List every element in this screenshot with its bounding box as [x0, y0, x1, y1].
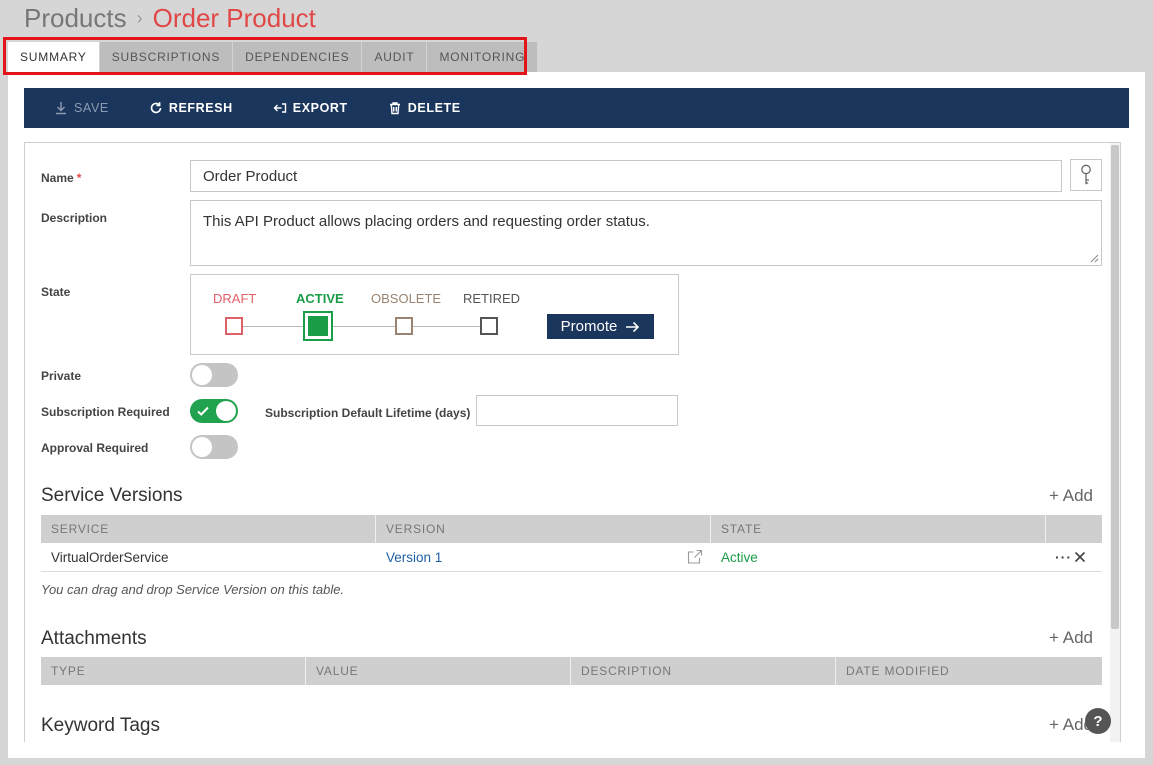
state-draft-label: DRAFT — [213, 291, 257, 306]
description-value: This API Product allows placing orders a… — [203, 213, 650, 230]
scrollbar-track[interactable] — [1110, 143, 1120, 742]
name-input[interactable]: Order Product — [190, 160, 1062, 192]
column-header-date-modified[interactable]: DATE MODIFIED — [836, 657, 1102, 685]
name-label-text: Name — [41, 171, 74, 185]
delete-button-label: DELETE — [407, 101, 461, 115]
state-obsolete-marker[interactable] — [395, 317, 413, 335]
refresh-button-label: REFRESH — [168, 101, 233, 115]
subscription-lifetime-input[interactable] — [476, 395, 678, 426]
tab-dependencies[interactable]: DEPENDENCIES — [233, 42, 363, 72]
private-label: Private — [41, 369, 82, 383]
state-workflow: DRAFT ACTIVE OBSOLETE RETIRED Promote — [190, 274, 679, 355]
promote-button-label: Promote — [560, 318, 618, 335]
state-active-marker[interactable] — [303, 311, 333, 341]
column-header-value[interactable]: VALUE — [306, 657, 571, 685]
save-button-label: SAVE — [74, 101, 109, 115]
more-options-icon[interactable]: ··· — [1055, 543, 1072, 571]
export-icon — [273, 103, 286, 113]
name-input-value: Order Product — [203, 167, 298, 185]
export-button[interactable]: EXPORT — [273, 101, 348, 115]
subscription-lifetime-label: Subscription Default Lifetime (days) — [265, 406, 471, 420]
row-service-name: VirtualOrderService — [51, 549, 169, 565]
add-service-version-button[interactable]: + Add — [1049, 486, 1093, 506]
state-draft-marker[interactable] — [225, 317, 243, 335]
toolbar: SAVE REFRESH EXPORT DELETE — [24, 88, 1129, 128]
download-icon — [56, 102, 66, 115]
state-active-label: ACTIVE — [296, 291, 344, 306]
drag-drop-hint: You can drag and drop Service Version on… — [41, 582, 345, 597]
attachments-title: Attachments — [41, 628, 147, 649]
save-button[interactable]: SAVE — [54, 101, 109, 115]
arrow-right-icon — [626, 321, 640, 332]
add-attachment-button[interactable]: + Add — [1049, 628, 1093, 648]
service-versions-header: SERVICE VERSION STATE — [41, 515, 1102, 543]
state-label: State — [41, 285, 71, 299]
key-icon — [1081, 164, 1091, 185]
promote-button[interactable]: Promote — [547, 314, 654, 339]
required-mark: * — [76, 171, 82, 185]
approval-required-label: Approval Required — [41, 441, 149, 455]
breadcrumb-separator: › — [136, 7, 143, 28]
service-versions-title: Service Versions — [41, 485, 183, 506]
state-connector — [413, 326, 480, 327]
main-panel: SAVE REFRESH EXPORT DELETE Name * Order P… — [8, 72, 1145, 758]
refresh-icon — [150, 102, 162, 114]
subscription-required-label: Subscription Required — [41, 405, 170, 419]
toggle-knob — [192, 365, 212, 385]
row-state-value: Active — [721, 549, 758, 565]
remove-row-button[interactable] — [1074, 543, 1086, 571]
tab-summary[interactable]: SUMMARY — [8, 42, 100, 72]
tab-monitoring[interactable]: MONITORING — [427, 42, 539, 72]
column-header-type[interactable]: TYPE — [41, 657, 306, 685]
resize-grip-icon[interactable] — [1090, 254, 1099, 263]
state-connector — [243, 326, 303, 327]
trash-icon — [389, 102, 400, 115]
name-label: Name * — [41, 171, 81, 185]
column-header-version[interactable]: VERSION — [376, 515, 711, 543]
check-icon — [197, 406, 209, 416]
column-header-actions — [1046, 515, 1102, 543]
open-external-button[interactable] — [687, 543, 703, 571]
external-link-icon — [687, 549, 703, 564]
breadcrumb: Products › Order Product — [24, 2, 316, 34]
toggle-knob — [192, 437, 212, 457]
tab-audit[interactable]: AUDIT — [362, 42, 428, 72]
description-label: Description — [41, 211, 108, 225]
help-button[interactable]: ? — [1085, 708, 1111, 734]
scrollbar-thumb[interactable] — [1111, 145, 1119, 629]
page-title: Order Product — [152, 2, 316, 33]
tab-bar: SUMMARY SUBSCRIPTIONS DEPENDENCIES AUDIT… — [8, 42, 539, 72]
column-header-service[interactable]: SERVICE — [41, 515, 376, 543]
tab-subscriptions[interactable]: SUBSCRIPTIONS — [99, 42, 234, 72]
approval-required-toggle[interactable] — [190, 435, 238, 459]
column-header-state[interactable]: STATE — [711, 515, 1046, 543]
attachments-header: TYPE VALUE DESCRIPTION DATE MODIFIED — [41, 657, 1102, 685]
key-button[interactable] — [1070, 159, 1102, 191]
state-retired-label: RETIRED — [463, 291, 521, 306]
summary-form: Name * Order Product Description This API… — [24, 142, 1121, 742]
row-version-link[interactable]: Version 1 — [386, 543, 442, 571]
private-toggle[interactable] — [190, 363, 238, 387]
toggle-knob — [216, 401, 236, 421]
refresh-button[interactable]: REFRESH — [149, 101, 233, 115]
export-button-label: EXPORT — [292, 101, 348, 115]
state-retired-marker[interactable] — [480, 317, 498, 335]
keyword-tags-title: Keyword Tags — [41, 715, 160, 736]
subscription-required-toggle[interactable] — [190, 399, 238, 423]
delete-button[interactable]: DELETE — [388, 101, 461, 115]
state-connector — [333, 326, 395, 327]
table-row[interactable]: VirtualOrderService Version 1 Active ··· — [41, 543, 1102, 572]
description-textarea[interactable]: This API Product allows placing orders a… — [190, 200, 1102, 266]
breadcrumb-parent-products[interactable]: Products — [24, 3, 127, 34]
column-header-description[interactable]: DESCRIPTION — [571, 657, 836, 685]
close-icon — [1074, 551, 1086, 563]
state-obsolete-label: OBSOLETE — [371, 291, 442, 306]
